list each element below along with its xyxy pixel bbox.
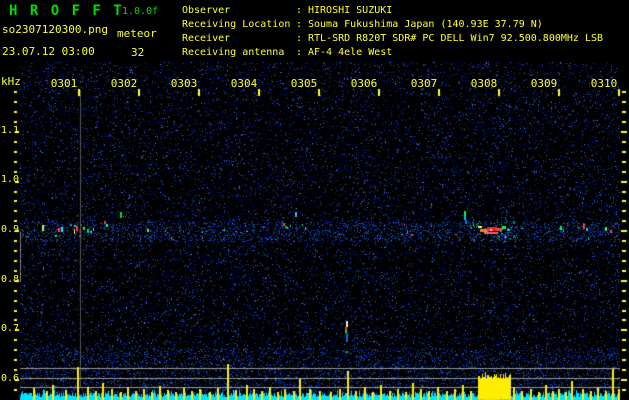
time-axis-label: 0310 (590, 77, 618, 90)
freq-axis-unit-label: kHz (1, 75, 21, 88)
meteor-count-value: 32 (131, 46, 145, 59)
info-row-value: RTL-SRD R820T SDR# PC DELL Win7 92.500.8… (308, 33, 604, 44)
app-version: 1.0.0f (122, 6, 159, 17)
info-row-label: Observer (182, 5, 231, 16)
info-row: Receiver: RTL-SRD R820T SDR# PC DELL Win7… (182, 32, 603, 46)
info-row-separator: : (296, 47, 303, 58)
time-axis-label: 0304 (230, 77, 258, 90)
info-row-value: AF-4 4ele West (308, 47, 393, 58)
spectrogram-canvas (0, 0, 629, 400)
info-row-label: Receiving Location (182, 19, 291, 30)
time-axis-label: 0308 (470, 77, 498, 90)
info-row: Receiving antenna: AF-4 4ele West (182, 46, 603, 60)
receiver-info-block: Observer: HIROSHI SUZUKI Receiving Locatio… (182, 4, 603, 60)
info-row-value: Souma Fukushima Japan (140.93E 37.79 N) (308, 19, 543, 30)
meteor-count-label: meteor (117, 27, 157, 40)
freq-axis-label: 0.9 (0, 223, 19, 235)
freq-axis-label: 1.1 (0, 124, 19, 136)
freq-axis-label: 0.8 (0, 273, 19, 285)
info-row: Receiving Location: Souma Fukushima Japan… (182, 18, 603, 32)
time-axis-label: 0306 (350, 77, 378, 90)
info-row: Observer: HIROSHI SUZUKI (182, 4, 603, 18)
time-axis-label: 0302 (110, 77, 138, 90)
info-row-separator: : (296, 5, 303, 16)
time-axis-label: 0309 (530, 77, 558, 90)
hrofft-screen: H R O F F T 1.0.0f so2307120300.png mete… (0, 0, 629, 400)
freq-axis-label: 0.6 (0, 372, 19, 384)
info-row-value: HIROSHI SUZUKI (308, 5, 393, 16)
output-filename: so2307120300.png (2, 23, 108, 36)
app-title: H R O F F T (9, 3, 124, 19)
time-axis-label: 0307 (410, 77, 438, 90)
info-row-label: Receiver (182, 33, 231, 44)
freq-axis-label: 0.7 (0, 322, 19, 334)
info-row-label: Receiving antenna (182, 47, 285, 58)
observation-datetime: 23.07.12 03:00 (2, 45, 95, 58)
time-axis-label: 0305 (290, 77, 318, 90)
freq-axis-label: 1.0 (0, 173, 19, 185)
info-row-separator: : (296, 19, 303, 30)
info-row-separator: : (296, 33, 303, 44)
time-axis-label: 0301 (50, 77, 78, 90)
time-axis-label: 0303 (170, 77, 198, 90)
